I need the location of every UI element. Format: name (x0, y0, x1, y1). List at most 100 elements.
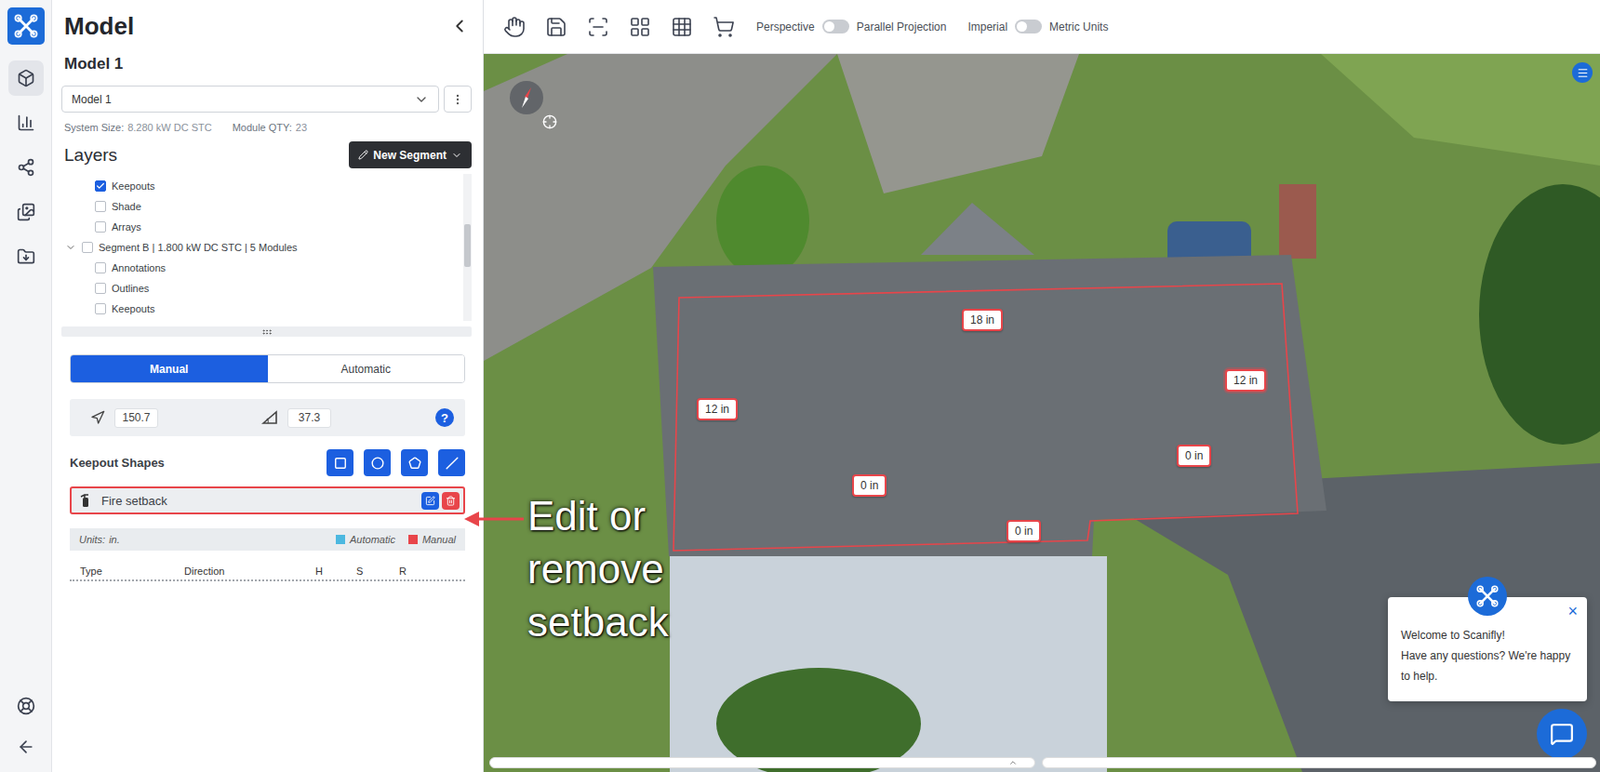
setback-label[interactable]: 0 in (1176, 444, 1212, 467)
rail-item[interactable] (8, 194, 44, 230)
layers-title: Layers (64, 145, 118, 166)
delete-button[interactable] (441, 492, 460, 510)
square-icon (333, 456, 347, 470)
mode-tab[interactable]: Manual (70, 355, 268, 383)
layout-icon[interactable] (628, 15, 652, 39)
viewport-menu-button[interactable] (1572, 62, 1593, 83)
shape-button[interactable] (326, 449, 354, 477)
layer-row[interactable]: Shade (61, 196, 464, 217)
pan-icon[interactable] (503, 15, 526, 39)
layer-row[interactable]: Arrays (61, 216, 464, 238)
legend-item: Automatic (335, 533, 396, 546)
save-icon[interactable] (545, 15, 568, 39)
crosshair-icon[interactable] (542, 114, 558, 130)
share-icon (16, 158, 36, 177)
help-button[interactable]: ? (435, 408, 454, 427)
pencil-icon (358, 149, 369, 160)
orientation-row: 150.7 37.3? (69, 399, 466, 437)
images-icon (16, 202, 36, 222)
rail-item[interactable] (8, 149, 44, 186)
setback-label[interactable]: 12 in (696, 398, 738, 421)
chat-button[interactable] (1536, 708, 1587, 760)
rail-item[interactable] (8, 105, 44, 141)
toggle-switch[interactable] (1014, 19, 1042, 34)
units-row: Units:in.AutomaticManual (69, 528, 466, 551)
chevron-down-icon (451, 149, 463, 161)
setback-label[interactable]: 18 in (961, 308, 1003, 332)
new-segment-button[interactable]: New Segment (348, 141, 472, 169)
layer-checkbox[interactable] (94, 262, 107, 274)
resize-handle[interactable] (61, 326, 472, 337)
setback-label[interactable]: 12 in (1225, 369, 1267, 392)
rail-item[interactable] (8, 239, 44, 275)
layer-row[interactable]: Segment B | 1.800 kW DC STC | 5 Modules (61, 237, 464, 258)
circle-icon (371, 456, 385, 470)
rail-item[interactable] (8, 729, 44, 765)
collapse-icon[interactable] (449, 15, 470, 37)
setback-label[interactable]: 0 in (1006, 520, 1041, 543)
menu-icon (1576, 66, 1589, 80)
callout-text: Edit or remove setback (527, 489, 695, 649)
column-header: H (315, 565, 357, 577)
check-icon (95, 181, 106, 191)
grid-icon[interactable] (670, 15, 694, 39)
chat-icon (1549, 721, 1574, 747)
layer-row[interactable]: Outlines (61, 278, 464, 299)
model-select[interactable]: Model 1 (61, 85, 440, 113)
export-icon (16, 247, 36, 267)
layer-checkbox[interactable] (94, 180, 107, 192)
setback-label[interactable]: 0 in (852, 474, 887, 497)
column-header: Direction (184, 565, 316, 577)
chat-title: Welcome to Scanifly! (1400, 625, 1574, 646)
layer-checkbox[interactable] (94, 282, 107, 294)
setback-table-header: TypeDirectionHSR (69, 565, 466, 582)
expand-icon[interactable] (65, 241, 77, 254)
shape-button[interactable] (363, 449, 391, 477)
timeline-bar[interactable] (489, 757, 1036, 769)
chat-popup: ×Welcome to Scanifly!Have any questions?… (1387, 597, 1587, 702)
3d-viewport[interactable]: 18 in 12 in 12 in 0 in 0 in 0 in × Welcome to S… (483, 53, 1600, 772)
shape-button[interactable] (400, 449, 428, 477)
chat-close-button[interactable]: × (1567, 602, 1578, 620)
layer-row[interactable]: Annotations (61, 257, 464, 279)
edit-button[interactable] (421, 492, 440, 510)
layer-checkbox[interactable] (94, 200, 107, 213)
compass[interactable] (508, 80, 545, 116)
azimuth-field[interactable]: 150.7 (114, 408, 159, 428)
toggle-switch[interactable] (822, 19, 850, 34)
keepout-shapes-title: Keepout Shapes (69, 455, 165, 470)
roof-icon[interactable] (712, 15, 735, 39)
toolbar: PerspectiveParallel ProjectionImperialMe… (483, 0, 1600, 54)
model-name: Model 1 (52, 53, 483, 75)
model-menu-button[interactable] (443, 85, 472, 113)
edit-icon (425, 495, 436, 507)
layer-checkbox[interactable] (81, 241, 94, 254)
mode-tab[interactable]: Automatic (267, 355, 466, 383)
rail-item[interactable] (8, 688, 44, 724)
scan-icon[interactable] (586, 15, 610, 39)
grip-icon (261, 326, 273, 338)
chat-logo (1467, 576, 1507, 616)
layer-checkbox[interactable] (94, 303, 107, 315)
chat-logo-icon (1475, 584, 1500, 609)
layer-row[interactable]: Keepouts (61, 175, 464, 197)
logo[interactable] (7, 7, 45, 45)
rail-item[interactable] (8, 60, 44, 96)
model-icon (16, 68, 36, 88)
shape-button[interactable] (438, 449, 466, 477)
keepout-item[interactable]: Fire setback (69, 486, 466, 515)
tree-scrollbar[interactable] (463, 173, 472, 321)
layer-tree: KeepoutsShadeArraysSegment B | 1.800 kW … (61, 173, 472, 321)
layer-row[interactable]: Keepouts (61, 298, 464, 320)
mode-tabs: ManualAutomatic (69, 354, 466, 384)
help-icon (16, 696, 36, 716)
column-header: S (356, 565, 400, 577)
line-icon (445, 456, 459, 470)
compass-icon (508, 80, 545, 116)
scroll-bar[interactable] (1041, 757, 1597, 769)
system-stats: System Size:8.280 kW DC STCModule QTY:23 (52, 121, 483, 134)
drone-logo-icon (13, 13, 40, 40)
pitch-field[interactable]: 37.3 (287, 408, 332, 428)
chevron-up-icon[interactable] (1008, 758, 1018, 768)
layer-checkbox[interactable] (94, 221, 107, 233)
